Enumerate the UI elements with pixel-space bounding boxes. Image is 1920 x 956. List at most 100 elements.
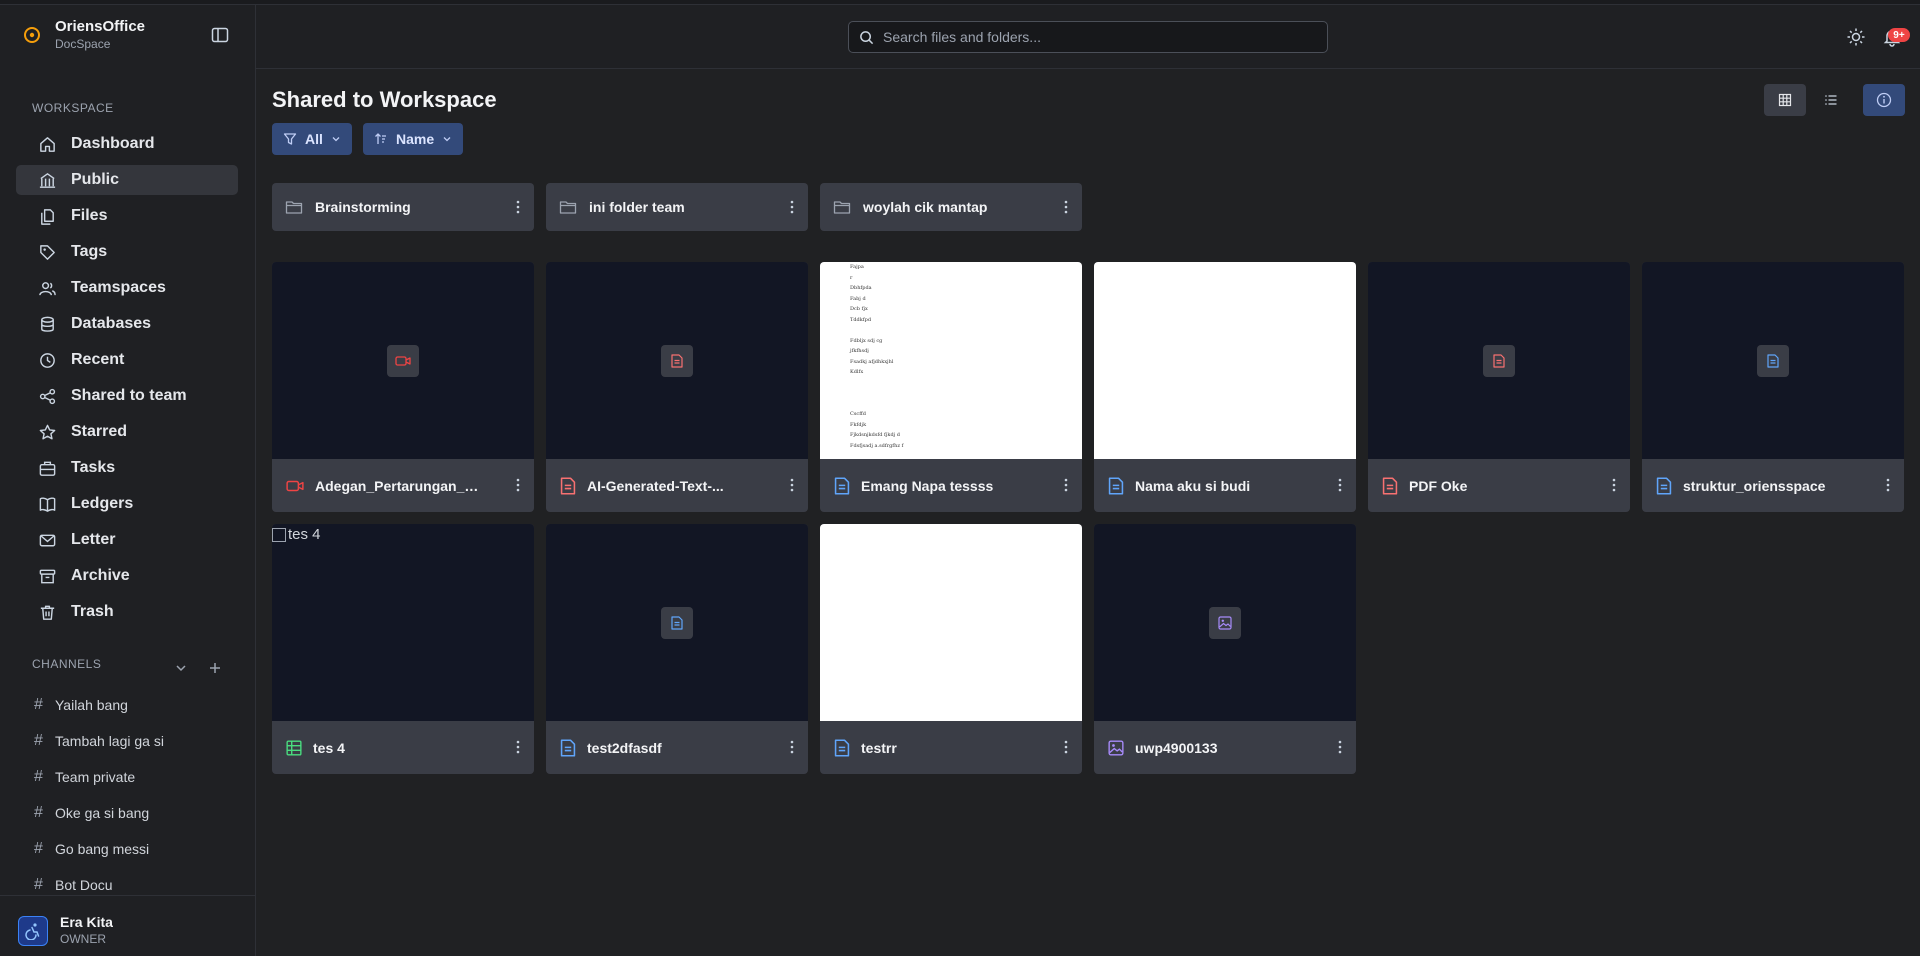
trash-icon (40, 605, 55, 620)
file-doc-icon (834, 739, 850, 756)
file-card[interactable]: Adegan_Pertarungan_Sp... (272, 262, 534, 512)
more-options-icon[interactable] (784, 197, 800, 217)
file-card[interactable]: test2dfasdf (546, 524, 808, 774)
theme-toggle-sun-icon[interactable] (1846, 27, 1866, 47)
tag-icon (40, 244, 55, 260)
file-card[interactable]: struktur_oriensspace (1642, 262, 1904, 512)
search-box[interactable] (848, 21, 1328, 53)
sidebar-item-label: Tags (71, 243, 108, 260)
building-icon (39, 172, 56, 188)
more-options-icon[interactable] (510, 475, 526, 495)
sidebar-item-label: Archive (71, 567, 130, 584)
document-preview: Fajpa r Dbhfpda Fabj d Dcb fjx Tddkfpd Fdbljx… (850, 264, 904, 449)
add-channel-icon[interactable] (208, 661, 222, 675)
top-header: 9+ (256, 5, 1920, 69)
file-name: tes 4 (313, 739, 345, 756)
list-view-button[interactable] (1810, 84, 1852, 116)
file-card[interactable]: AI-Generated-Text-... (546, 262, 808, 512)
sidebar-item-label: Letter (71, 531, 116, 548)
more-options-icon[interactable] (510, 737, 526, 757)
avatar (18, 916, 48, 946)
sidebar-item-dashboard[interactable]: Dashboard (16, 129, 238, 159)
channels-section-title: CHANNELS (32, 657, 102, 671)
sidebar-item-databases[interactable]: Databases (16, 309, 238, 339)
file-card[interactable]: tes 4 tes 4 (272, 524, 534, 774)
users-icon (39, 281, 56, 295)
file-thumbnail: Fajpa r Dbhfpda Fabj d Dcb fjx Tddkfpd Fdbljx… (820, 262, 1082, 459)
file-card[interactable]: Fajpa r Dbhfpda Fabj d Dcb fjx Tddkfpd Fdbljx… (820, 262, 1082, 512)
search-icon (860, 30, 874, 44)
more-options-icon[interactable] (784, 737, 800, 757)
more-options-icon[interactable] (1058, 475, 1074, 495)
file-card[interactable]: uwp4900133 (1094, 524, 1356, 774)
channel-item[interactable]: # Team private (16, 763, 238, 791)
file-card[interactable]: PDF Oke (1368, 262, 1630, 512)
channel-item[interactable]: # Yailah bang (16, 691, 238, 719)
folder-card[interactable]: ini folder team (546, 183, 808, 231)
filter-icon (283, 133, 297, 145)
info-icon (1876, 92, 1892, 108)
user-role: OWNER (60, 932, 106, 946)
video-icon (286, 480, 304, 491)
sidebar-item-label: Shared to team (71, 387, 187, 404)
more-options-icon[interactable] (784, 475, 800, 495)
sidebar-item-letter[interactable]: Letter (16, 525, 238, 555)
filter-button[interactable]: All (272, 123, 352, 155)
sidebar-item-files[interactable]: Files (16, 201, 238, 231)
more-options-icon[interactable] (1880, 475, 1896, 495)
file-card[interactable]: testrr (820, 524, 1082, 774)
file-name: Adegan_Pertarungan_Sp... (315, 477, 487, 494)
sidebar-item-label: Trash (71, 603, 114, 620)
database-icon (41, 316, 54, 332)
file-thumbnail (546, 262, 808, 459)
more-options-icon[interactable] (510, 197, 526, 217)
sidebar-item-trash[interactable]: Trash (16, 597, 238, 627)
more-options-icon[interactable] (1058, 197, 1074, 217)
search-input[interactable] (883, 29, 1313, 45)
chevron-down-icon (443, 137, 451, 142)
channel-item[interactable]: # Go bang messi (16, 835, 238, 863)
channel-label: Bot Docu (55, 877, 113, 893)
sidebar-item-public[interactable]: Public (16, 165, 238, 195)
star-icon (39, 424, 56, 439)
folder-card[interactable]: woylah cik mantap (820, 183, 1082, 231)
notification-badge: 9+ (1888, 28, 1910, 42)
sidebar-toggle-icon[interactable] (210, 25, 230, 45)
sidebar-item-archive[interactable]: Archive (16, 561, 238, 591)
channel-item[interactable]: # Oke ga si bang (16, 799, 238, 827)
sidebar-item-teamspaces[interactable]: Teamspaces (16, 273, 238, 303)
file-name: uwp4900133 (1135, 739, 1218, 756)
hash-icon: # (34, 876, 43, 893)
more-options-icon[interactable] (1332, 737, 1348, 757)
more-options-icon[interactable] (1332, 475, 1348, 495)
clock-icon (40, 352, 55, 368)
sidebar-item-recent[interactable]: Recent (16, 345, 238, 375)
user-profile[interactable]: Era Kita OWNER (0, 895, 255, 956)
file-thumbnail (272, 262, 534, 459)
folder-card[interactable]: Brainstorming (272, 183, 534, 231)
file-pdf-icon (560, 477, 576, 494)
sidebar-item-starred[interactable]: Starred (16, 417, 238, 447)
sidebar-item-tags[interactable]: Tags (16, 237, 238, 267)
sidebar-item-ledgers[interactable]: Ledgers (16, 489, 238, 519)
sort-button[interactable]: Name (363, 123, 464, 155)
chevron-down-icon[interactable] (174, 661, 188, 675)
page-title: Shared to Workspace (272, 87, 497, 112)
folder-name: Brainstorming (315, 199, 411, 215)
sidebar-item-tasks[interactable]: Tasks (16, 453, 238, 483)
folder-name: woylah cik mantap (863, 199, 988, 215)
brand[interactable]: OriensOffice DocSpace (0, 5, 255, 67)
channel-item[interactable]: # Tambah lagi ga si (16, 727, 238, 755)
accessibility-icon (25, 923, 40, 940)
more-options-icon[interactable] (1058, 737, 1074, 757)
image-alt-text: tes 4 (288, 526, 321, 543)
folder-icon (559, 201, 577, 214)
more-options-icon[interactable] (1606, 475, 1622, 495)
file-card[interactable]: Nama aku si budi (1094, 262, 1356, 512)
folder-icon (833, 201, 851, 214)
info-panel-button[interactable] (1863, 84, 1905, 116)
grid-view-button[interactable] (1764, 84, 1806, 116)
folder-icon (285, 201, 303, 214)
channel-label: Team private (55, 769, 136, 785)
sidebar-item-shared-to-team[interactable]: Shared to team (16, 381, 238, 411)
